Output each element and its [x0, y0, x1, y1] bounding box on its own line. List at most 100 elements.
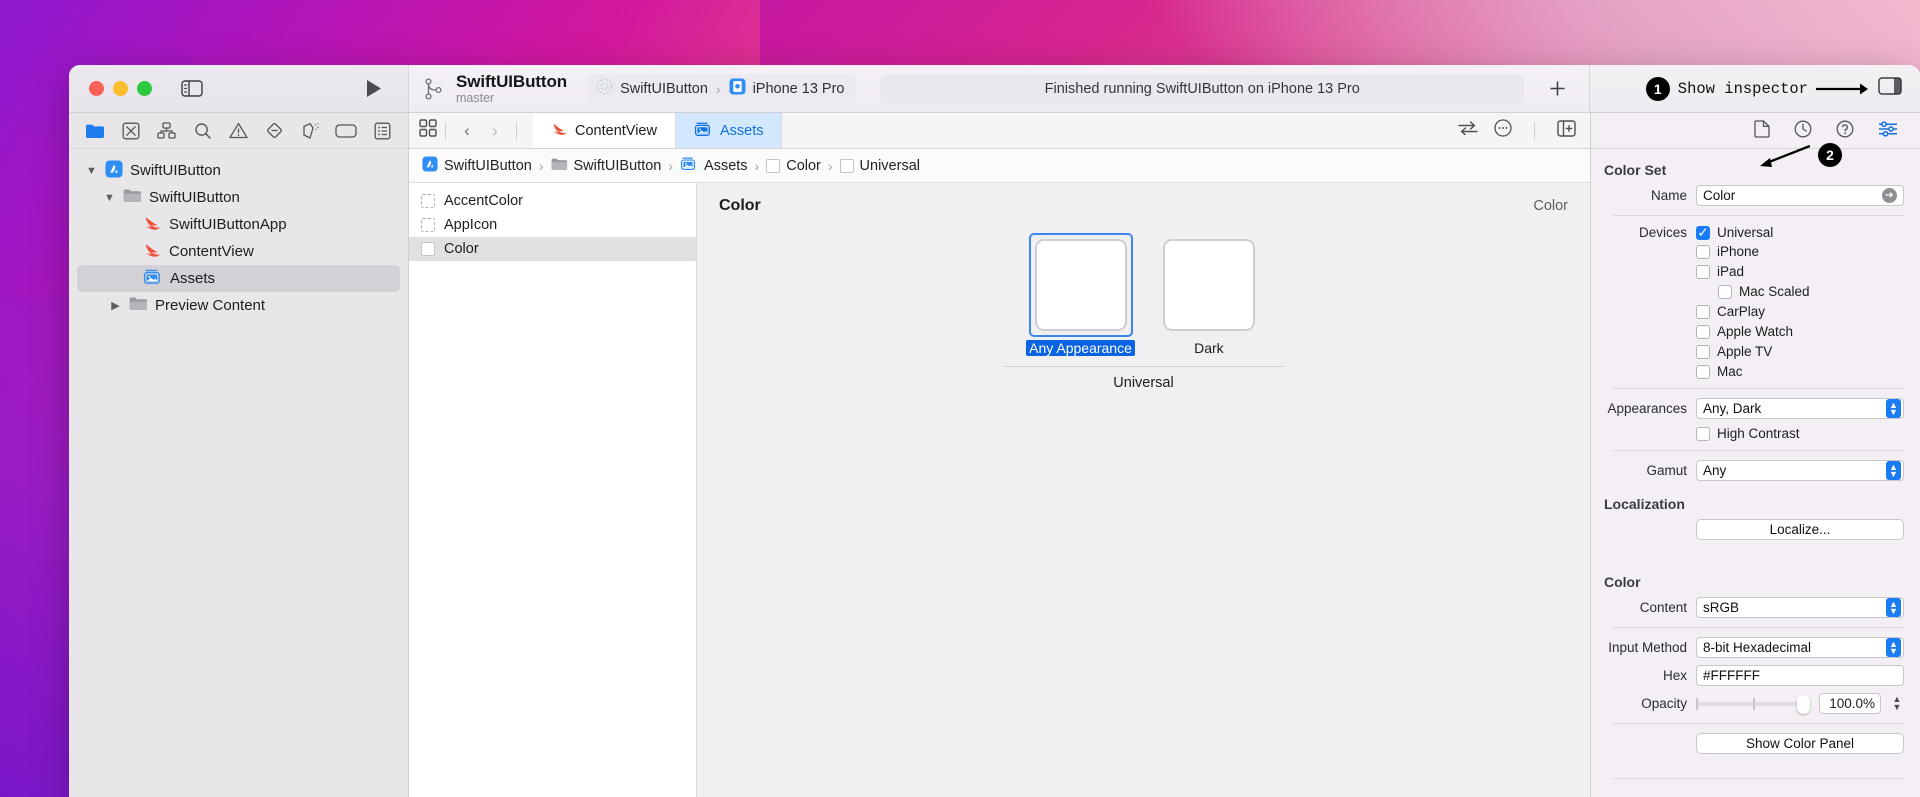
test-navigator-icon[interactable] [256, 117, 292, 145]
assets-catalog-icon [694, 121, 713, 141]
device-apple-watch[interactable]: Apple Watch [1696, 324, 1904, 339]
device-apple-tv[interactable]: Apple TV [1696, 344, 1904, 359]
opacity-slider-knob[interactable] [1797, 694, 1810, 714]
close-window-button[interactable] [89, 81, 104, 96]
chevron-updown-icon[interactable]: ▲ ▼ [1886, 461, 1901, 480]
inspector-panel-icon[interactable] [1878, 77, 1902, 100]
swap-editors-icon[interactable] [1458, 121, 1478, 140]
quick-help-inspector-icon[interactable] [1836, 120, 1854, 141]
minimize-window-button[interactable] [113, 81, 128, 96]
report-navigator-icon[interactable] [364, 117, 400, 145]
chevron-updown-icon[interactable]: ▲ ▼ [1886, 399, 1901, 418]
tree-item-swift-app[interactable]: ▶ SwiftUIButtonApp [77, 211, 400, 238]
project-title-block[interactable]: SwiftUIButton master [456, 72, 567, 105]
swatch-label: Any Appearance [1026, 340, 1135, 356]
device-mac-scaled[interactable]: Mac Scaled [1718, 284, 1904, 299]
tree-item-contentview[interactable]: ▶ ContentView [77, 238, 400, 265]
checkbox-icon[interactable] [1696, 344, 1710, 359]
issue-navigator-icon[interactable] [221, 117, 257, 145]
color-preview[interactable] [1162, 239, 1255, 331]
reveal-arrow-icon[interactable]: ➔ [1882, 188, 1897, 203]
checkbox-icon[interactable] [1696, 244, 1710, 259]
device-label: Universal [1717, 225, 1774, 240]
callout-1-group: 1 Show inspector [1645, 76, 1868, 101]
checkbox-checked-icon[interactable]: ✓ [1696, 225, 1710, 240]
chevron-left-icon[interactable]: ‹ [454, 121, 480, 141]
checkbox-icon[interactable] [1696, 324, 1710, 339]
device-ipad[interactable]: iPad [1696, 264, 1904, 279]
chevron-updown-icon[interactable]: ▲ ▼ [1886, 598, 1901, 617]
asset-item-color[interactable]: Color [409, 237, 696, 261]
high-contrast-row[interactable]: High Contrast [1696, 426, 1904, 441]
localize-button[interactable]: Localize... [1696, 519, 1904, 540]
device-iphone[interactable]: iPhone [1696, 244, 1904, 259]
scheme-separator: › [715, 80, 721, 97]
history-inspector-icon[interactable] [1794, 120, 1812, 141]
gamut-select[interactable]: Any ▲ ▼ [1696, 460, 1904, 481]
device-universal[interactable]: ✓ Universal [1696, 225, 1773, 240]
device-label: Apple Watch [1717, 324, 1794, 339]
source-control-branch-icon[interactable] [425, 77, 442, 100]
breadcrumb-item-project[interactable]: SwiftUIButton [422, 155, 532, 176]
chevron-down-icon[interactable]: ▼ [103, 192, 116, 204]
chevron-right-icon[interactable]: ▶ [109, 299, 122, 312]
checkbox-icon[interactable] [1696, 426, 1710, 441]
breadcrumb-separator: › [827, 157, 833, 174]
input-method-select[interactable]: 8-bit Hexadecimal ▲ ▼ [1696, 637, 1904, 658]
breakpoint-navigator-icon[interactable] [328, 117, 364, 145]
breadcrumb-item-universal[interactable]: Universal [839, 158, 920, 174]
tree-item-group[interactable]: ▼ SwiftUIButton [77, 184, 400, 211]
editor-options-grid-icon[interactable] [419, 119, 437, 142]
content-select[interactable]: sRGB ▲ ▼ [1696, 597, 1904, 618]
breadcrumb-item-group[interactable]: SwiftUIButton [551, 157, 661, 175]
appearances-select[interactable]: Any, Dark ▲ ▼ [1696, 398, 1904, 419]
plus-icon[interactable] [1548, 79, 1573, 98]
show-color-panel-button[interactable]: Show Color Panel [1696, 733, 1904, 754]
chevron-updown-icon[interactable]: ▲ ▼ [1886, 638, 1901, 657]
tree-item-preview-content[interactable]: ▶ Preview Content [77, 292, 400, 319]
add-editor-icon[interactable] [1557, 119, 1576, 142]
name-input[interactable]: Color ➔ [1696, 185, 1904, 206]
chevron-down-icon[interactable]: ▼ [85, 165, 98, 177]
source-control-navigator-icon[interactable] [113, 117, 149, 145]
hex-input[interactable]: #FFFFFF [1696, 665, 1904, 686]
editor-tab-assets[interactable]: Assets [675, 113, 783, 148]
sidebar-toggle-icon[interactable] [181, 80, 203, 97]
opacity-stepper[interactable]: ▲ ▼ [1890, 695, 1904, 711]
tree-item-assets[interactable]: ▶ Assets [77, 265, 400, 292]
more-options-icon[interactable] [1494, 119, 1512, 142]
chevron-right-icon[interactable]: › [482, 121, 508, 141]
symbol-navigator-icon[interactable] [149, 117, 185, 145]
color-preview[interactable] [1034, 239, 1127, 331]
editor-tab-contentview[interactable]: ContentView [533, 113, 676, 148]
debug-navigator-icon[interactable] [292, 117, 328, 145]
section-divider [1613, 215, 1904, 216]
zoom-window-button[interactable] [137, 81, 152, 96]
checkbox-icon[interactable] [1696, 364, 1710, 379]
asset-item-appicon[interactable]: AppIcon [409, 213, 696, 237]
scheme-destination-selector[interactable]: SwiftUIButton › iPhone 13 Pro [587, 74, 857, 103]
device-carplay[interactable]: CarPlay [1696, 304, 1904, 319]
attributes-inspector-icon[interactable] [1878, 121, 1898, 140]
project-navigator-icon[interactable] [77, 117, 113, 145]
checkbox-icon[interactable] [1696, 264, 1710, 279]
breadcrumb-item-assets[interactable]: Assets [680, 156, 748, 175]
swatch-any-appearance[interactable]: Any Appearance [1026, 233, 1135, 356]
checkbox-icon[interactable] [1696, 304, 1710, 319]
run-play-icon[interactable] [365, 79, 382, 98]
tree-item-project[interactable]: ▼ SwiftUIButton [77, 157, 400, 184]
swatch-group-name: Universal [1113, 375, 1174, 391]
find-navigator-icon[interactable] [185, 117, 221, 145]
opacity-slider[interactable] [1696, 694, 1810, 714]
opacity-value-input[interactable]: 100.0% [1819, 693, 1881, 714]
swatch-dark[interactable]: Dark [1157, 233, 1261, 356]
scheme-target-icon [596, 78, 613, 99]
asset-item-accentcolor[interactable]: AccentColor [409, 189, 696, 213]
device-mac[interactable]: Mac [1696, 364, 1904, 379]
activity-status-bar[interactable]: Finished running SwiftUIButton on iPhone… [880, 73, 1524, 104]
file-inspector-icon[interactable] [1754, 120, 1770, 141]
section-divider [1613, 778, 1904, 779]
checkbox-icon[interactable] [1718, 284, 1732, 299]
breadcrumb-item-color[interactable]: Color [766, 158, 821, 174]
swift-file-icon [143, 241, 162, 262]
